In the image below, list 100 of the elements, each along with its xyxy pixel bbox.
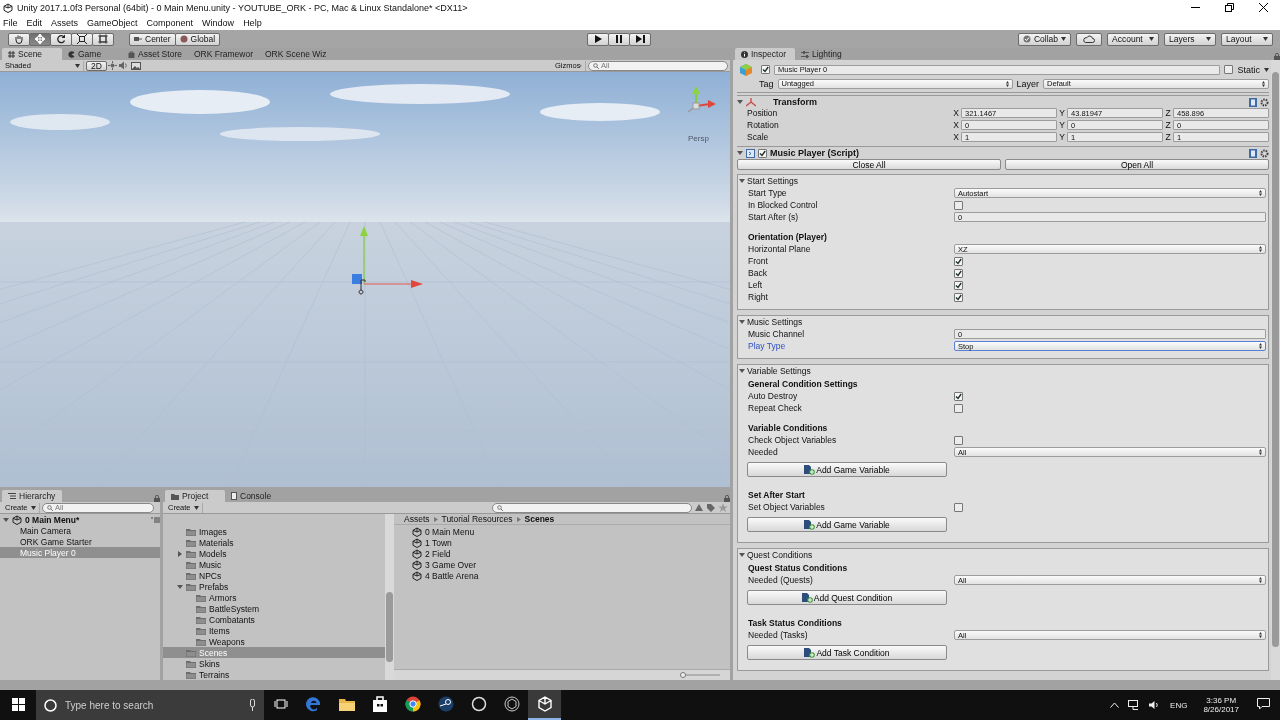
checkbox[interactable] (761, 65, 770, 74)
dropdown-button[interactable]: Account (1107, 32, 1159, 46)
folder-item[interactable]: Weapons (163, 636, 385, 647)
add-button[interactable]: Add Quest Condition (747, 590, 947, 605)
foldout-arrow-icon[interactable] (737, 99, 743, 105)
checkbox[interactable] (954, 403, 963, 413)
menu-item[interactable]: Edit (26, 17, 43, 28)
sun-icon[interactable] (107, 61, 117, 70)
scene-row[interactable]: 0 Main Menu* (0, 514, 160, 525)
tab[interactable]: Lighting (795, 48, 855, 60)
foldout-arrow-icon[interactable] (737, 150, 743, 156)
lock-icon[interactable] (1274, 53, 1280, 60)
network-icon[interactable] (1128, 700, 1141, 710)
pivot-button[interactable]: Center (129, 32, 176, 46)
tab[interactable]: Hierarchy (2, 490, 62, 502)
breadcrumb-link[interactable]: Tutorial Resources (441, 514, 513, 524)
checkbox[interactable] (758, 148, 767, 158)
folder-item[interactable]: Terrains (163, 669, 385, 680)
step-button[interactable] (629, 32, 651, 46)
menu-item[interactable]: Help (243, 17, 262, 28)
settings-icon[interactable] (1260, 148, 1269, 158)
add-button[interactable]: Add Game Variable (747, 462, 947, 477)
tab[interactable]: Console (225, 490, 285, 502)
checkbox[interactable] (1224, 65, 1234, 74)
pivot-button[interactable]: Global (174, 32, 221, 46)
hierarchy-item[interactable]: Main Camera (0, 525, 160, 536)
menu-item[interactable]: Assets (51, 17, 79, 28)
checkbox[interactable] (954, 292, 963, 302)
section-title[interactable]: Music Settings (747, 317, 803, 327)
folder-item[interactable]: NPCs (163, 570, 385, 581)
add-button[interactable]: Add Game Variable (747, 517, 947, 532)
search-field[interactable]: Type here to search (36, 690, 264, 720)
menu-item[interactable]: Window (202, 17, 235, 28)
book-icon[interactable] (1249, 148, 1257, 158)
image-icon[interactable] (130, 61, 141, 70)
folder-item[interactable]: Prefabs (163, 581, 385, 592)
checkbox[interactable] (954, 268, 963, 278)
collab-button[interactable]: Collab (1017, 32, 1071, 46)
fold-all-button[interactable]: Close All (737, 159, 1001, 170)
section-title[interactable]: Start Settings (747, 176, 799, 186)
menu-item[interactable]: GameObject (87, 17, 138, 28)
scene-file-item[interactable]: 4 Battle Arena (394, 570, 730, 581)
tab[interactable]: Asset Store (122, 48, 188, 60)
tab[interactable]: Project (165, 490, 225, 502)
foldout-arrow-icon[interactable] (3, 516, 9, 523)
scrollbar[interactable] (385, 514, 394, 680)
clock-time[interactable]: 3:36 PM (1206, 696, 1237, 705)
scene-file-item[interactable]: 2 Field (394, 548, 730, 559)
folder-item[interactable]: Skins (163, 658, 385, 669)
menu-item[interactable]: Component (146, 17, 194, 28)
checkbox[interactable] (954, 200, 963, 210)
zoom-slider[interactable] (680, 672, 720, 678)
pause-button[interactable] (608, 32, 630, 46)
taskbar-app[interactable] (528, 690, 561, 720)
breadcrumb-link[interactable]: Scenes (524, 514, 555, 524)
folder-item[interactable]: Materials (163, 537, 385, 548)
folder-item[interactable]: Items (163, 625, 385, 636)
menu-item[interactable]: File (3, 17, 18, 28)
tab[interactable]: Inspector (735, 48, 795, 60)
foldout-arrow-icon[interactable] (177, 550, 183, 557)
folder-item[interactable]: Models (163, 548, 385, 559)
foldout-arrow-icon[interactable] (739, 552, 745, 558)
dropdown-button[interactable]: Layout (1221, 32, 1273, 46)
add-button[interactable]: Add Task Condition (747, 645, 947, 660)
folder-item[interactable]: Armors (163, 592, 385, 603)
checkbox[interactable] (954, 280, 963, 290)
checkbox[interactable] (954, 435, 963, 445)
folder-item[interactable]: BattleSystem (163, 603, 385, 614)
folder-item[interactable]: Images (163, 526, 385, 537)
settings-icon[interactable] (1260, 97, 1269, 107)
tab[interactable]: Scene (2, 48, 62, 60)
foldout-arrow-icon[interactable] (739, 178, 745, 184)
tool-button[interactable] (71, 32, 93, 46)
checkbox[interactable] (954, 256, 963, 266)
checkbox[interactable] (954, 502, 963, 512)
tab[interactable]: ORK Scene Wiz (259, 48, 333, 60)
scrollbar[interactable] (1271, 60, 1280, 680)
lock-icon[interactable] (154, 495, 160, 502)
search-field[interactable] (492, 502, 692, 513)
chevron-up-icon[interactable] (1110, 702, 1120, 708)
dropdown-button[interactable]: Layers (1164, 32, 1216, 46)
star-icon[interactable] (718, 503, 728, 512)
move-gizmo-drawing[interactable] (349, 224, 425, 296)
folder-item[interactable]: Combatants (163, 614, 385, 625)
scene-file-item[interactable]: 3 Game Over (394, 559, 730, 570)
tool-button[interactable] (92, 32, 114, 46)
section-title[interactable]: Variable Settings (747, 366, 811, 376)
clock-date[interactable]: 8/26/2017 (1203, 705, 1239, 714)
checkbox[interactable] (954, 391, 963, 401)
2d-toggle[interactable]: 2D (86, 60, 107, 71)
foldout-arrow-icon[interactable] (177, 583, 183, 590)
play-button[interactable] (587, 32, 609, 46)
foldout-arrow-icon[interactable] (739, 368, 745, 374)
tab[interactable]: ORK Framewor (187, 48, 259, 60)
book-icon[interactable] (1249, 97, 1257, 107)
scene-file-item[interactable]: 0 Main Menu (394, 526, 730, 537)
foldout-arrow-icon[interactable] (739, 319, 745, 325)
slider-thumb[interactable] (680, 672, 686, 678)
lock-icon[interactable] (724, 495, 730, 502)
language-indicator[interactable]: ENG (1170, 700, 1188, 710)
